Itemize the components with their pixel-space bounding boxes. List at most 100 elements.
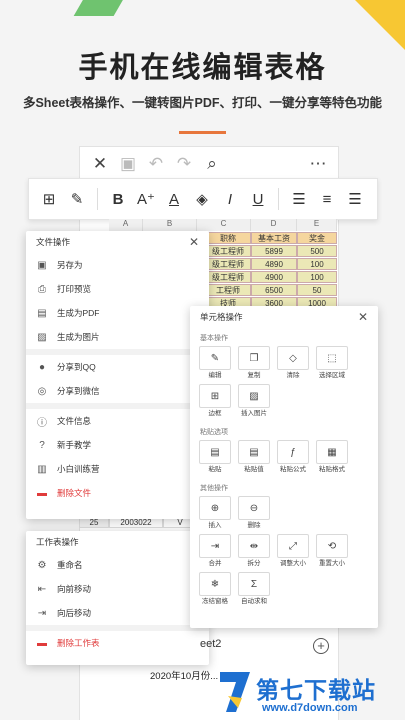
menu-item-move-back[interactable]: ⇥ 向后移动 [26,601,209,625]
menu-item-share-qq[interactable]: ● 分享到QQ [26,355,209,379]
bold-icon[interactable]: B [104,184,132,214]
font-size-icon[interactable]: A⁺ [132,184,160,214]
cell[interactable]: 100 [297,258,337,270]
tile-spacer [276,496,354,534]
panel-title: 工作表操作 [36,537,79,547]
paste-value-icon: ▤ [238,440,270,464]
grid-icon[interactable]: ⊞ [35,184,63,214]
tile-insert-image[interactable]: ▨ 插入图片 [237,384,271,420]
copy-icon: ❐ [238,346,270,370]
format-toolbar: ⊞ ✎ B A⁺ A ◈ I U ☰ ≡ ☰ [28,178,378,220]
cell[interactable]: 级工程师 [205,271,251,283]
menu-label: 删除工作表 [57,638,100,648]
close-icon[interactable]: ✕ [86,150,114,178]
tile-paste[interactable]: ▤ 粘贴 [198,440,232,476]
tile-label: 选择区域 [319,372,345,379]
tile-border[interactable]: ⊞ 边框 [198,384,232,420]
tile-resize[interactable]: ⤢ 调整大小 [276,534,310,570]
menu-label: 文件信息 [57,416,92,426]
menu-item-to-image[interactable]: ▨ 生成为图片 [26,325,209,349]
headline: 手机在线编辑表格 [78,52,327,84]
cell[interactable]: 工程师 [205,284,251,296]
tile-autosum[interactable]: Σ 自动求和 [237,572,271,608]
menu-item-file-info[interactable]: ⓘ 文件信息 [26,409,209,433]
tile-label: 粘贴格式 [319,466,345,473]
menu-item-delete-sheet[interactable]: ▬ 删除工作表 [26,631,209,655]
cell[interactable]: 100 [297,271,337,283]
delete-icon: ⊖ [238,496,270,520]
menu-item-tutorial[interactable]: ? 新手教学 [26,433,209,457]
cell-header-title[interactable]: 职称 [205,232,251,244]
tile-clear[interactable]: ◇ 清除 [276,346,310,382]
tile-freeze[interactable]: ❄ 冻结窗格 [198,572,232,608]
more-icon[interactable]: ⋯ [304,150,332,178]
cell[interactable]: 级工程师 [205,258,251,270]
italic-icon[interactable]: I [216,184,244,214]
menu-item-save-as[interactable]: ▣ 另存为 [26,253,209,277]
move-back-icon: ⇥ [37,607,47,619]
tile-label: 删除 [247,522,261,529]
wechat-icon: ◎ [37,385,47,397]
tile-copy[interactable]: ❐ 复制 [237,346,271,382]
add-sheet-button[interactable]: + [313,638,329,654]
menu-item-training[interactable]: ▥ 小白训练营 [26,457,209,481]
menu-label: 重命名 [57,560,83,570]
close-icon[interactable]: ✕ [189,231,199,253]
cell[interactable]: 4890 [251,258,297,270]
sheet-tab[interactable]: eet2 [200,638,221,650]
close-icon[interactable]: ✕ [358,306,368,328]
menu-item-move-forward[interactable]: ⇤ 向前移动 [26,577,209,601]
undo-icon[interactable]: ↶ [142,150,170,178]
menu-item-rename[interactable]: ⚙ 重命名 [26,553,209,577]
watermark-url: www.d7down.com [262,702,358,714]
trash-icon: ▬ [37,487,47,499]
panel-title: 单元格操作 [200,312,243,322]
col-header-e[interactable]: E [297,219,337,231]
tile-edit[interactable]: ✎ 编辑 [198,346,232,382]
tile-select-area[interactable]: ⬚ 选择区域 [315,346,349,382]
col-header-d[interactable]: D [251,219,297,231]
tile-label: 插入 [208,522,222,529]
menu-item-to-pdf[interactable]: ▤ 生成为PDF [26,301,209,325]
info-icon: ⓘ [37,417,47,429]
tile-reset-size[interactable]: ⟲ 重置大小 [315,534,349,570]
print-icon: ⎙ [38,283,46,295]
menu-item-share-wechat[interactable]: ◎ 分享到微信 [26,379,209,403]
tile-label: 粘贴公式 [280,466,306,473]
select-area-icon: ⬚ [316,346,348,370]
cell[interactable]: 5899 [251,245,297,257]
align-right-icon[interactable]: ☰ [341,184,369,214]
col-header-a[interactable]: A [109,219,143,231]
font-color-icon[interactable]: A [160,184,188,214]
cell-header-salary[interactable]: 基本工资 [251,232,297,244]
qq-icon: ● [38,361,46,373]
align-center-icon[interactable]: ≡ [313,184,341,214]
cell[interactable]: 500 [297,245,337,257]
edit-icon[interactable]: ✎ [63,184,91,214]
col-header-c[interactable]: C [197,219,251,231]
image-icon: ▨ [37,331,47,343]
redo-icon[interactable]: ↷ [170,150,198,178]
tile-split[interactable]: ⇹ 拆分 [237,534,271,570]
cell[interactable]: 4900 [251,271,297,283]
save-icon[interactable]: ▣ [114,150,142,178]
cell-header-bonus[interactable]: 奖金 [297,232,337,244]
underline-icon[interactable]: U [244,184,272,214]
col-header-b[interactable]: B [143,219,197,231]
tile-paste-formula[interactable]: ƒ 粘贴公式 [276,440,310,476]
cell[interactable]: 6500 [251,284,297,296]
tile-insert[interactable]: ⊕ 插入 [198,496,232,532]
cell[interactable]: 50 [297,284,337,296]
align-left-icon[interactable]: ☰ [285,184,313,214]
cell[interactable]: 级工程师 [205,245,251,257]
tile-label: 重置大小 [319,560,345,567]
tile-paste-value[interactable]: ▤ 粘贴值 [237,440,271,476]
search-icon[interactable]: ⌕ [198,150,226,178]
menu-item-delete-file[interactable]: ▬ 删除文件 [26,481,209,505]
tile-paste-format[interactable]: ▦ 粘贴格式 [315,440,349,476]
fill-color-icon[interactable]: ◈ [188,184,216,214]
tile-merge[interactable]: ⇥ 合并 [198,534,232,570]
panel-header: 单元格操作 ✕ [190,306,378,328]
menu-item-print-preview[interactable]: ⎙ 打印预览 [26,277,209,301]
tile-delete[interactable]: ⊖ 删除 [237,496,271,532]
